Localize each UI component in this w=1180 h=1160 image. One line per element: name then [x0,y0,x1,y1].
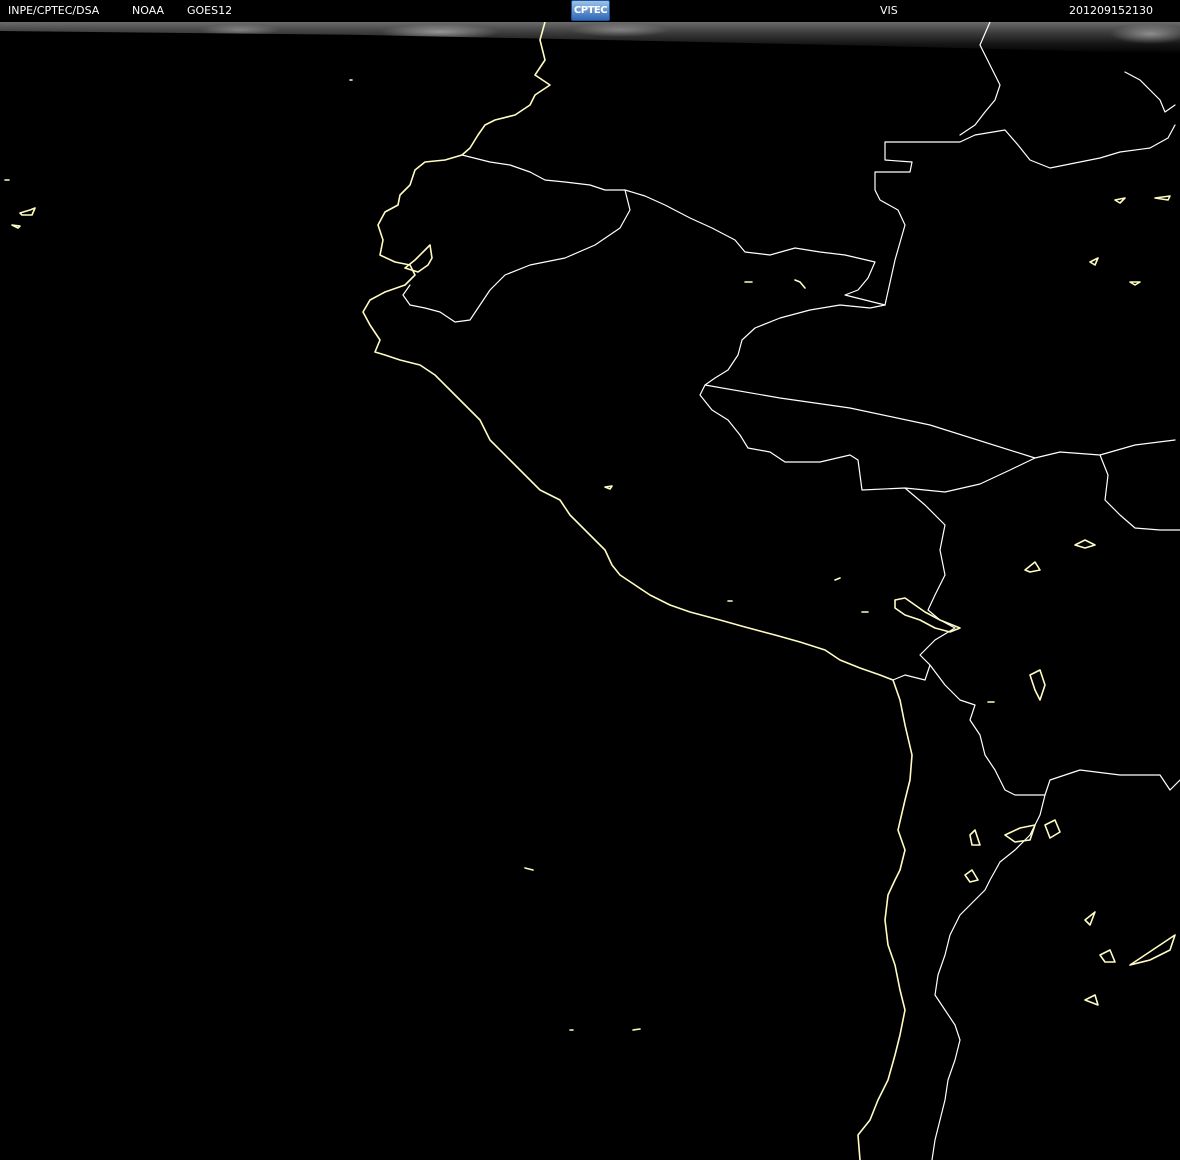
offshore-island-1 [604,485,613,490]
galapagos-islands [4,179,36,229]
venezuela-coast [1124,71,1176,113]
lake-small-10 [1089,257,1099,266]
salt-flat [1029,669,1046,701]
lake-small-4 [1084,911,1096,926]
lake-small-7 [1129,934,1176,966]
offshore-island-4 [834,577,841,581]
cptec-logo-icon: CPTEC [571,0,610,21]
brazil-venezuela-border [874,124,1176,306]
satellite-label: GOES12 [187,4,233,17]
lake-small-11 [1129,281,1141,286]
offshore-island-3 [794,279,806,289]
guyana-border [959,21,1001,136]
lake-small-12 [969,829,981,846]
lake-small-3 [1044,819,1061,839]
timestamp-label: 201209152130 [1069,4,1153,17]
image-header: INPE/CPTEC/DSA NOAA GOES12 CPTEC VIS 201… [0,0,1180,22]
source-label: NOAA [132,4,165,17]
lake-small-6 [1084,994,1099,1006]
lake-small-8 [1114,197,1126,204]
channel-label: VIS [880,4,898,17]
logo-text: CPTEC [573,5,608,16]
agency-label: INPE/CPTEC/DSA [8,4,100,17]
satellite-map [4,21,1180,1160]
bolivia-chile-border [929,664,1180,796]
gulf-islands [404,244,433,273]
ecuador-peru-border [402,189,631,323]
argentina-border [931,794,1046,1160]
lake-small-2 [1074,539,1096,549]
pacific-coastline [362,21,913,1160]
lake-small-5 [1099,949,1116,963]
lake-small-9 [1154,195,1171,201]
offshore-island-9 [569,1028,641,1031]
peru-brazil-border [704,384,1036,459]
lake-small-1 [1024,561,1041,573]
peru-bolivia-border [892,487,956,681]
lake-small-13 [964,869,979,883]
offshore-island-8 [524,867,534,871]
bolivia-brazil-border [1099,454,1180,531]
colombia-ecuador-border [461,154,886,306]
lake-titicaca [894,597,961,633]
